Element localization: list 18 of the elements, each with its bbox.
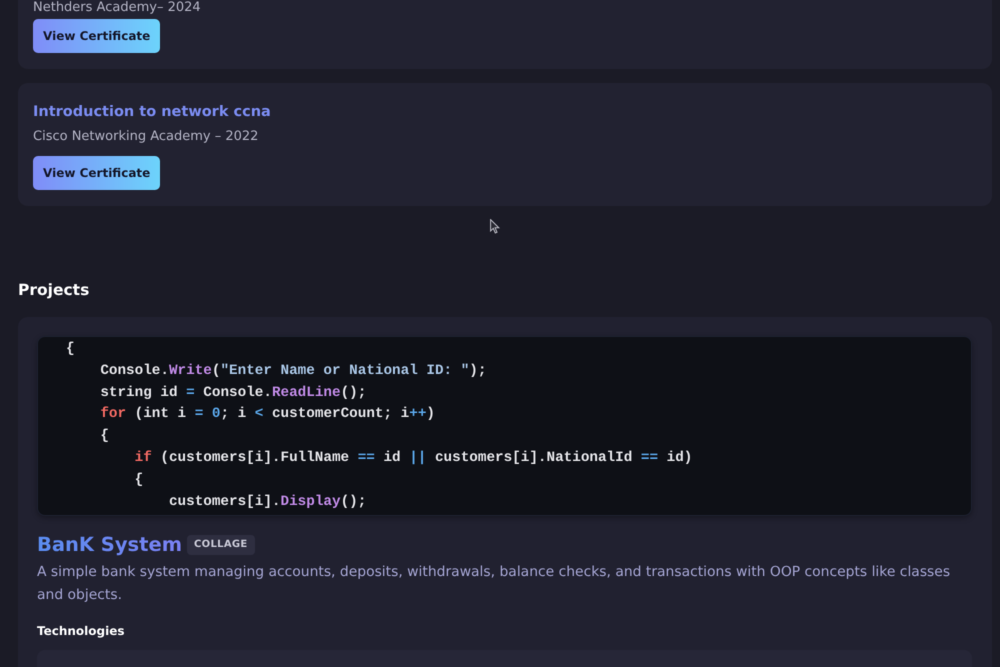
technologies-heading: Technologies — [37, 623, 126, 640]
code-line: customers[i].Display(); — [168, 492, 366, 512]
code-line: { — [134, 470, 144, 490]
code-line: if (customers[i].FullName == id || customers[i].NationalId == id) — [134, 448, 692, 468]
view-certificate-button[interactable]: View Certificate — [33, 19, 160, 53]
project-description: A simple bank system managing accounts, deposits, withdrawals, balance checks, and transactions with OOP concepts like classes and objects. — [37, 563, 952, 605]
certificate-title: Introduction to network ccna — [33, 103, 271, 122]
code-line: { — [99, 427, 109, 446]
certificate-issuer: Nethders Academy– 2024 — [33, 0, 201, 16]
code-line: { — [66, 340, 75, 359]
code-line: for (int i = 0; i < customerCount; i++) — [99, 405, 436, 424]
section-heading: Projects — [18, 280, 90, 301]
category-badge: COLLAGE — [187, 535, 254, 555]
code-line: Console.Write("Enter Name or National ID: "); — [99, 362, 486, 381]
certificate-issuer: Cisco Networking Academy – 2022 — [33, 128, 258, 146]
view-certificate-button[interactable]: View Certificate — [33, 156, 160, 190]
code-line: string id = Console.ReadLine(); — [99, 384, 366, 403]
cursor-icon — [490, 219, 500, 234]
